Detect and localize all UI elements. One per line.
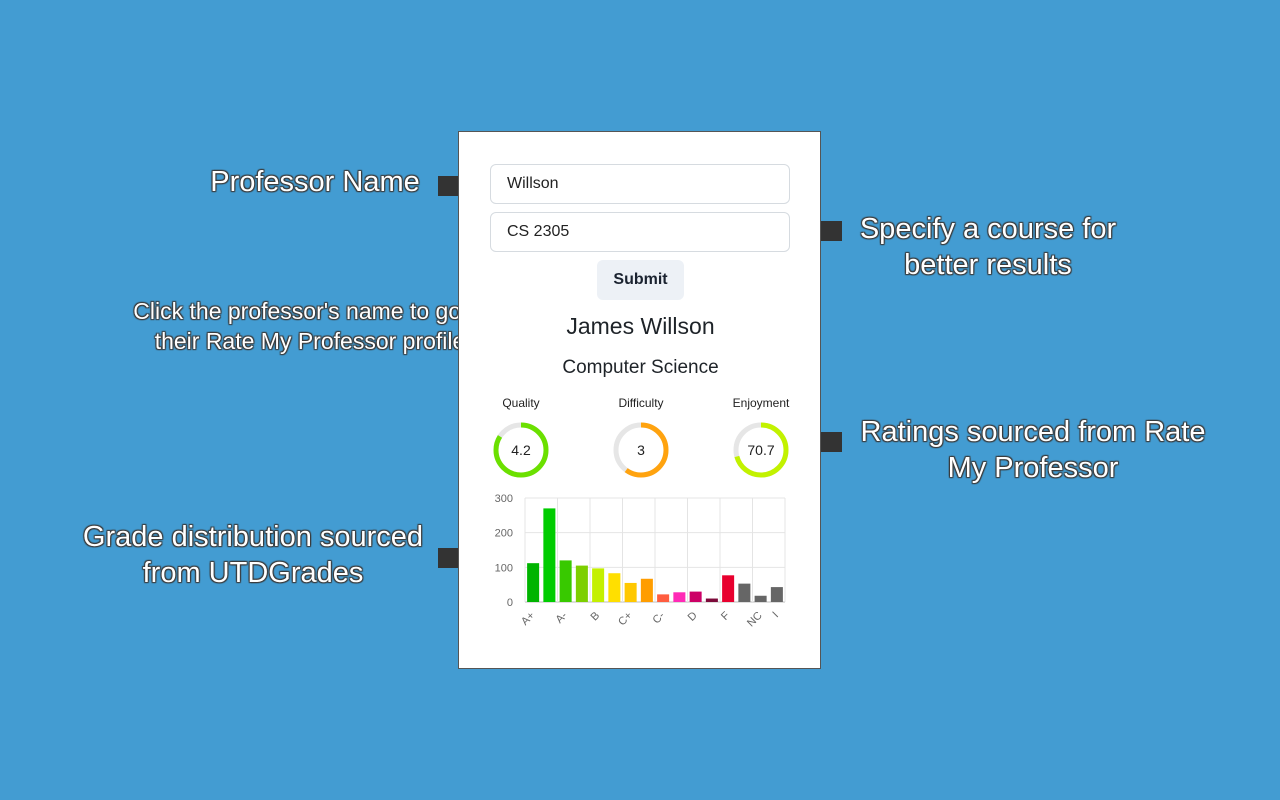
bar-C+ [624,582,637,602]
x-tick-label: A- [553,609,570,626]
submit-button[interactable]: Submit [597,260,684,300]
y-tick-label: 200 [495,528,513,540]
professor-name-link[interactable]: James Willson [459,313,822,340]
enjoyment-gauge: 70.7 [733,422,789,478]
y-tick-label: 100 [495,562,513,574]
extension-popup: Willson CS 2305 Submit James Willson Com… [458,131,821,669]
x-tick-label: F [719,609,732,622]
bar-A- [559,560,572,602]
course-input[interactable]: CS 2305 [490,212,790,252]
x-tick-label: I [770,610,781,621]
bar-C- [657,594,670,602]
enjoyment-value: 70.7 [747,442,774,458]
x-tick-label: NC [745,610,765,630]
difficulty-gauge: 3 [613,422,669,478]
department-label: Computer Science [562,357,719,378]
bar-I [770,587,783,602]
bar-B+ [575,565,588,602]
rating-label-enjoyment: Enjoyment [732,396,790,410]
y-tick-label: 0 [507,597,513,609]
bar-B- [608,573,621,602]
y-tick-label: 300 [495,493,513,505]
bar-D- [705,598,718,602]
bar-C [640,578,653,602]
rating-label-difficulty: Difficulty [618,396,664,410]
x-tick-label: B [589,610,603,624]
grade-distribution-chart: 0 100 200 300 A+ A- B C+ C- D F NC I [495,493,786,630]
quality-gauge: 4.2 [493,422,549,478]
bar-D [689,591,702,602]
bar-F [722,575,735,602]
bar-W [738,583,751,602]
annotation-ratings-hint: Ratings sourced from Rate My Professor [860,416,1206,484]
bar-NC [754,595,767,602]
rating-label-quality: Quality [502,396,540,410]
bar-D+ [673,592,686,602]
x-tick-label: D [686,610,700,624]
professor-name-input[interactable]: Willson [490,164,790,204]
bar-A+ [527,563,540,602]
difficulty-value: 3 [637,442,645,458]
x-tick-label: C+ [616,610,635,629]
annotation-grades-hint: Grade distribution sourced from UTDGrade… [82,521,424,589]
x-tick-label: A+ [519,610,537,628]
quality-value: 4.2 [511,442,531,458]
annotation-professor-name: Professor Name [210,166,420,198]
bar-A [543,508,556,602]
bar-B [592,568,605,602]
x-tick-label: C- [651,609,668,626]
annotation-course-hint: Specify a course for better results [859,213,1117,281]
